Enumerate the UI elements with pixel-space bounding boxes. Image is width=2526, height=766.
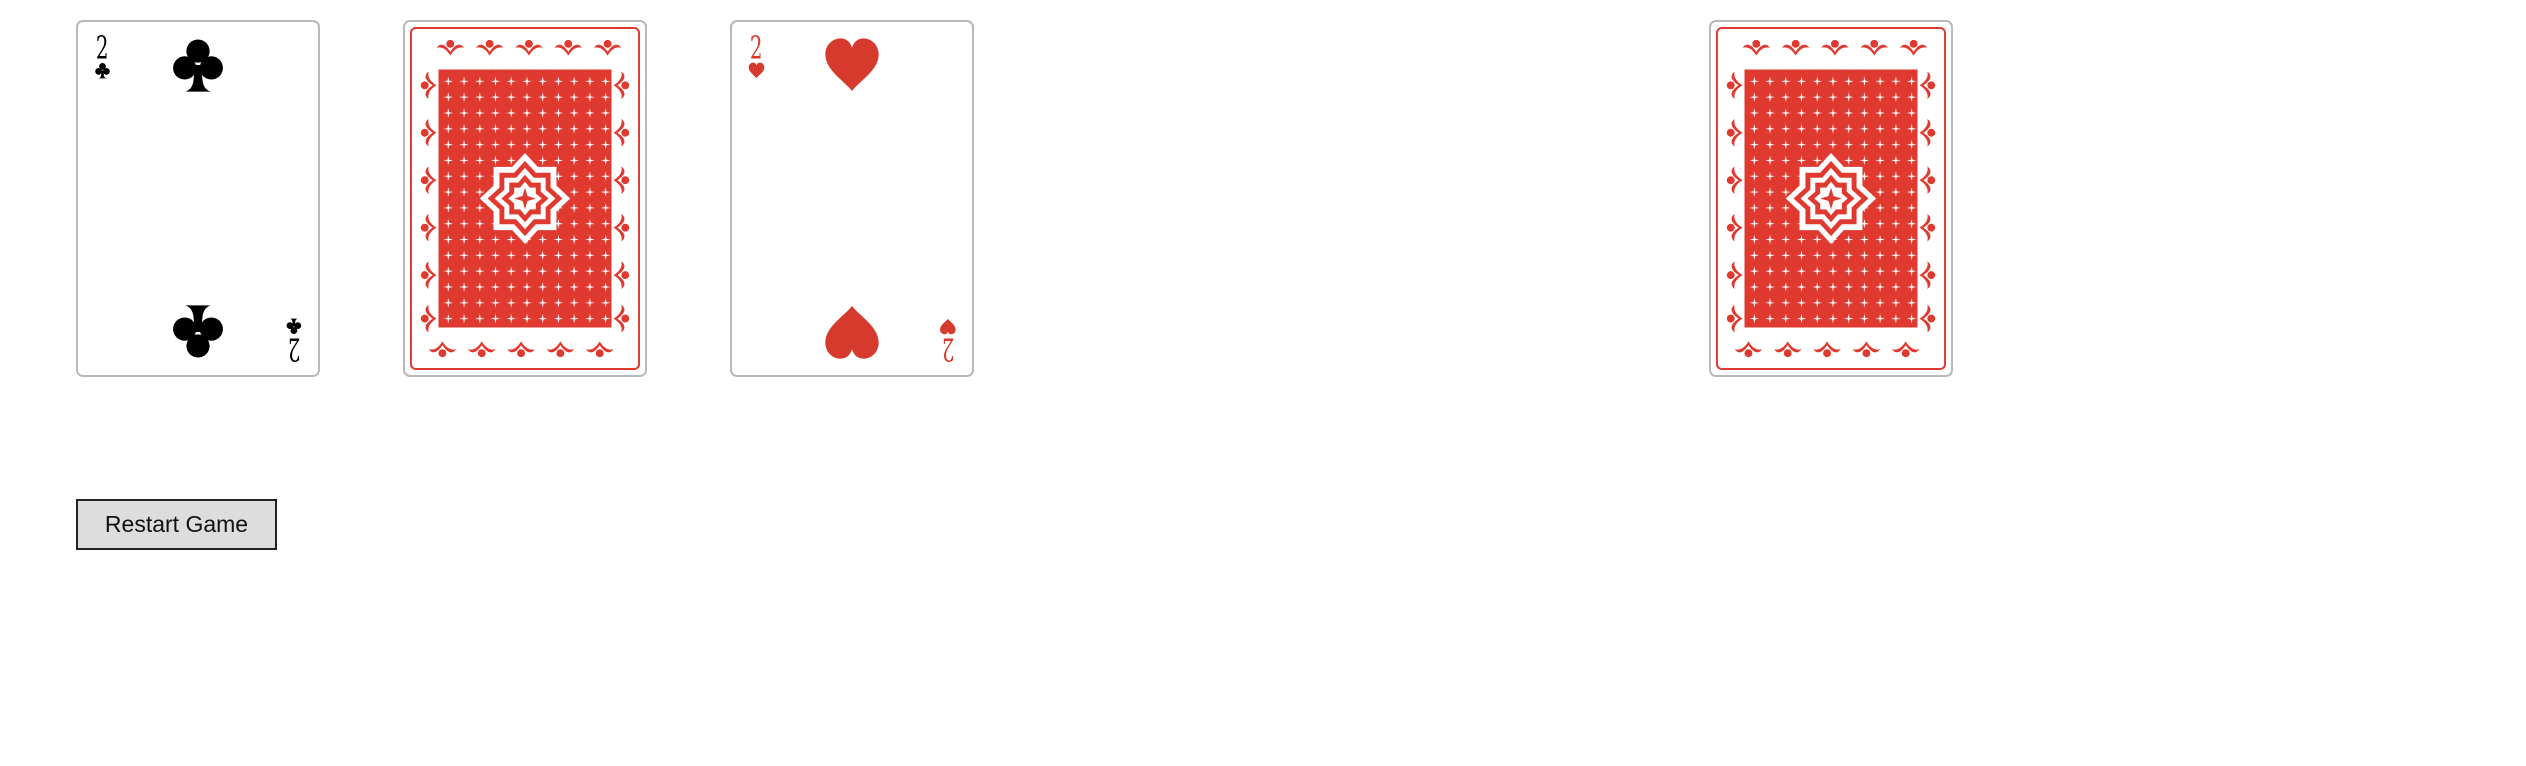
card-face-down[interactable] [1709, 20, 1953, 377]
card-rank: 2 [95, 29, 109, 67]
card-two-of-hearts[interactable]: 2 2 [730, 20, 974, 377]
card-rank: 2 [749, 29, 763, 67]
club-icon [169, 36, 227, 94]
card-corner-bottom: 2 [284, 318, 304, 368]
club-icon [169, 303, 227, 361]
heart-icon [823, 36, 881, 94]
card-back-pattern [1715, 26, 1947, 371]
card-face-down[interactable] [403, 20, 647, 377]
card-rank: 2 [941, 330, 955, 368]
card-rank: 2 [287, 330, 301, 368]
restart-game-button[interactable]: Restart Game [76, 499, 277, 550]
card-back-pattern [409, 26, 641, 371]
heart-icon [823, 303, 881, 361]
card-two-of-clubs[interactable]: 2 2 [76, 20, 320, 377]
card-corner-bottom: 2 [938, 318, 958, 368]
card-corner-top: 2 [92, 32, 112, 79]
card-corner-top: 2 [746, 32, 766, 79]
